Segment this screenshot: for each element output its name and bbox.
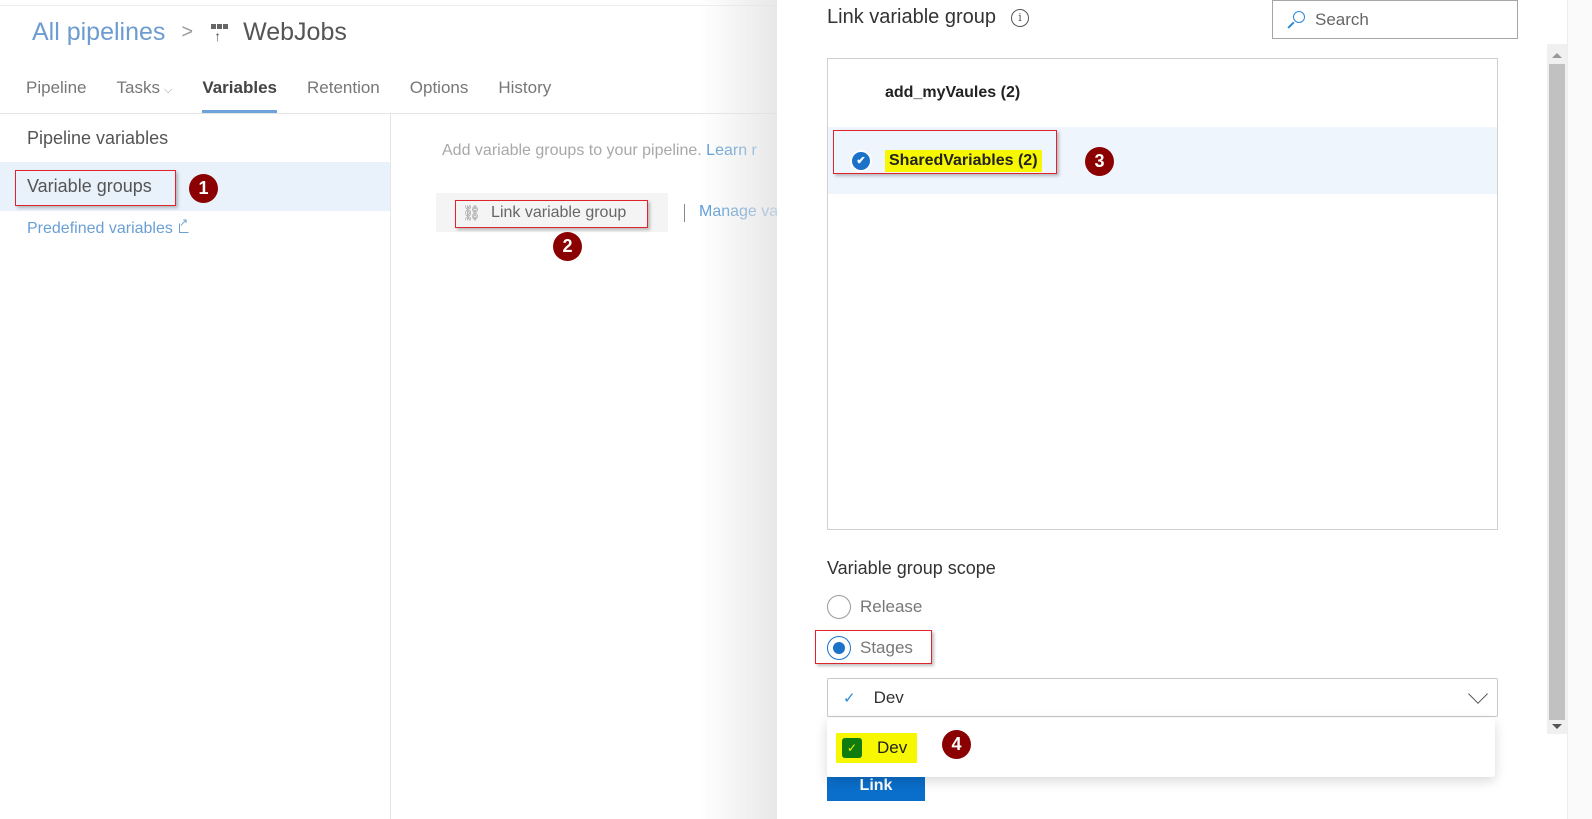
sidebar-item-pipeline-variables[interactable]: Pipeline variables <box>0 128 390 149</box>
radio-button[interactable] <box>827 595 851 619</box>
tab-bar: Pipeline Tasks ⌵ Variables Retention Opti… <box>26 78 581 113</box>
checkbox-checked-icon[interactable]: ✓ <box>842 737 862 758</box>
info-icon[interactable]: i <box>1011 8 1029 27</box>
top-divider <box>0 5 790 6</box>
annotation-box-1 <box>15 170 176 206</box>
breadcrumb: All pipelines > ↑ WebJobs <box>32 18 347 47</box>
scroll-up-arrow-icon[interactable] <box>1552 53 1562 58</box>
manage-variable-groups-link[interactable]: Manage va <box>699 203 778 221</box>
link-variable-group-panel: Link variable group i add_myVaules (2) ✔… <box>777 0 1592 819</box>
search-icon <box>1287 10 1305 30</box>
tab-variables[interactable]: Variables <box>202 78 277 113</box>
window-edge <box>1567 0 1592 819</box>
tab-label: Retention <box>306 78 380 97</box>
pipeline-title: WebJobs <box>243 18 347 46</box>
annotation-badge-4: 4 <box>942 730 971 759</box>
variable-group-list: add_myVaules (2) ✔ SharedVariables (2) <box>827 58 1498 530</box>
tab-history[interactable]: History <box>498 78 551 110</box>
check-icon: ✓ <box>843 689 856 707</box>
pipeline-icon: ↑ <box>209 22 231 44</box>
radio-label: Release <box>860 597 923 616</box>
sidebar-item-label: Predefined variables <box>27 220 173 237</box>
annotation-box-3 <box>833 130 1057 174</box>
chevron-down-icon: ⌵ <box>163 84 173 96</box>
stages-dropdown-value: Dev <box>873 687 904 707</box>
search-input[interactable] <box>1315 9 1495 30</box>
chevron-down-icon <box>1468 684 1488 704</box>
panel-title-text: Link variable group <box>827 6 996 28</box>
hint-text: Add variable groups to your pipeline. <box>442 142 702 159</box>
stages-dropdown[interactable]: ✓ Dev <box>827 678 1498 717</box>
tab-label: Options <box>409 78 469 97</box>
variable-group-item[interactable]: add_myVaules (2) <box>828 59 1497 126</box>
annotation-box-2 <box>455 200 648 228</box>
tab-label: Variables <box>202 78 277 97</box>
scrollbar-thumb[interactable] <box>1549 64 1565 720</box>
search-box[interactable] <box>1272 0 1518 39</box>
tab-options[interactable]: Options <box>410 78 469 110</box>
variable-groups-hint: Add variable groups to your pipeline. Le… <box>442 142 757 160</box>
pipeline-page: All pipelines > ↑ WebJobs Pipeline Tasks… <box>0 0 790 819</box>
tab-pipeline[interactable]: Pipeline <box>26 78 87 110</box>
learn-more-link[interactable]: Learn r <box>706 142 757 159</box>
scope-option-release[interactable]: Release <box>827 595 922 619</box>
tab-label: Pipeline <box>26 78 87 97</box>
stage-option-label: Dev <box>877 737 908 757</box>
stage-option-dev[interactable]: ✓ Dev <box>836 732 918 763</box>
annotation-badge-1: 1 <box>189 174 218 203</box>
variable-group-name: add_myVaules (2) <box>885 83 1021 101</box>
sidebar-item-predefined-variables[interactable]: Predefined variables <box>0 216 390 238</box>
external-link-icon <box>178 216 189 233</box>
tab-tasks[interactable]: Tasks ⌵ <box>117 78 173 110</box>
variable-group-scope-label: Variable group scope <box>827 558 996 578</box>
tab-label: History <box>498 78 552 97</box>
panel-title: Link variable group i <box>827 6 1029 29</box>
link-button[interactable]: Link <box>827 777 925 801</box>
annotation-badge-3: 3 <box>1085 147 1114 176</box>
scroll-down-arrow-icon[interactable] <box>1552 724 1562 729</box>
tab-label: Tasks <box>116 78 160 97</box>
variables-sidebar: Pipeline variables Variable groups Prede… <box>0 114 391 819</box>
panel-scrollbar[interactable] <box>1547 44 1567 734</box>
annotation-box-stages <box>815 630 932 664</box>
annotation-badge-2: 2 <box>553 232 582 261</box>
breadcrumb-separator: > <box>181 21 194 43</box>
stages-dropdown-menu: ✓ Dev <box>827 718 1495 777</box>
breadcrumb-all-pipelines[interactable]: All pipelines <box>32 18 165 47</box>
tab-retention[interactable]: Retention <box>307 78 380 110</box>
separator <box>684 204 685 222</box>
link-button-label: Link <box>859 777 893 794</box>
